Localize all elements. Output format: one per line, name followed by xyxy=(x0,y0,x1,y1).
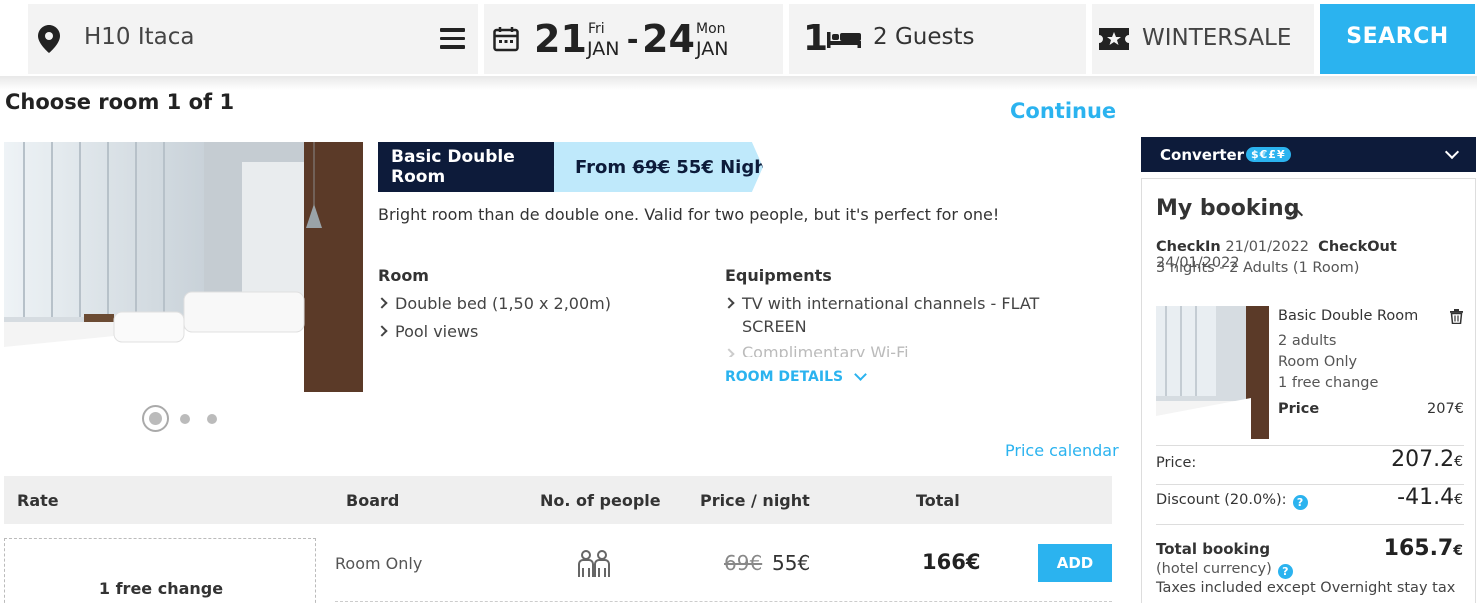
header-total: Total xyxy=(916,491,960,510)
header-people: No. of people xyxy=(540,491,661,510)
price-new: 55€ Night xyxy=(670,156,776,178)
search-bar: H10 Itaca 21 Fri JAN - 24 Mon JAN 1 2 Gu… xyxy=(0,0,1477,90)
room-features-title: Room xyxy=(378,266,429,285)
checkout-month: JAN xyxy=(696,38,729,60)
taxes-note: Taxes included except Overnight stay tax xyxy=(1156,580,1456,596)
continue-link[interactable]: Continue xyxy=(1010,99,1116,123)
booking-room-name: Basic Double Room xyxy=(1278,308,1419,324)
discount-label: Discount (20.0%):? xyxy=(1156,492,1308,510)
header-board: Board xyxy=(346,491,400,510)
chevron-down-icon[interactable] xyxy=(1444,144,1460,160)
calendar-icon xyxy=(493,27,519,52)
equipment-item: TV with international channels - FLAT xyxy=(723,292,1039,315)
room-price-tag: From 69€ 55€ Night Basic Double Room xyxy=(378,142,763,192)
room-details-toggle[interactable]: ROOM DETAILS xyxy=(725,367,867,385)
hotel-name[interactable]: H10 Itaca xyxy=(84,24,195,50)
carousel-dot[interactable] xyxy=(207,414,217,424)
total-price: 166€ xyxy=(922,550,981,574)
price-calendar-link[interactable]: Price calendar xyxy=(1005,441,1119,460)
chevron-right-icon xyxy=(723,297,735,309)
total-label: Total booking xyxy=(1156,540,1271,558)
booking-room-thumbnail xyxy=(1156,306,1269,439)
booking-board: Room Only xyxy=(1278,354,1358,370)
rooms-count[interactable]: 1 xyxy=(803,18,828,59)
checkin-day[interactable]: 21 xyxy=(534,17,587,61)
row-divider xyxy=(335,601,1112,602)
total-value: 165.7€ xyxy=(1383,536,1463,561)
carousel-dot-active xyxy=(149,412,162,425)
equipment-item-faded: Complimentary Wi-Fi xyxy=(725,343,1025,357)
search-bar-shadow xyxy=(0,76,1477,90)
my-booking-panel: My booking CheckIn 21/01/2022 CheckOut 2… xyxy=(1141,178,1476,603)
equipments-title: Equipments xyxy=(725,266,832,285)
bed-icon xyxy=(827,32,861,48)
currency-converter[interactable]: Converter $€£¥ xyxy=(1141,137,1476,172)
rate-cell[interactable]: 1 free change xyxy=(4,538,316,603)
chevron-right-icon xyxy=(376,325,388,337)
divider xyxy=(1156,445,1464,446)
add-button[interactable]: ADD xyxy=(1038,544,1112,582)
guests-label[interactable]: 2 Guests xyxy=(873,24,974,50)
promo-ticket-icon xyxy=(1099,28,1129,50)
photo-carousel-dots[interactable] xyxy=(142,405,222,433)
rate-table-header: Rate Board No. of people Price / night T… xyxy=(4,476,1112,524)
rate-name: 1 free change xyxy=(98,579,224,598)
carousel-dot[interactable] xyxy=(142,405,169,432)
currency-coins-icon: $€£¥ xyxy=(1246,147,1291,162)
location-pin-icon xyxy=(38,25,60,53)
room-price-banner: From 69€ 55€ Night xyxy=(541,142,763,192)
price-old: 69€ xyxy=(632,156,670,178)
old-price: 69€ xyxy=(724,551,763,575)
help-icon[interactable]: ? xyxy=(1277,564,1293,579)
help-icon[interactable]: ? xyxy=(1292,495,1308,510)
stay-summary: 3 nights - 2 Adults (1 Room) xyxy=(1156,260,1360,276)
price-prefix: From xyxy=(575,156,633,178)
divider xyxy=(1156,524,1464,525)
hotel-menu-icon[interactable] xyxy=(440,28,465,49)
checkout-day[interactable]: 24 xyxy=(642,17,695,61)
room-name: Basic Double Room xyxy=(378,142,554,192)
price-value: 207.2€ xyxy=(1391,447,1463,472)
booking-price-label: Price xyxy=(1278,401,1320,417)
room-feature-item: Double bed (1,50 x 2,00m) xyxy=(376,292,611,315)
header-rate: Rate xyxy=(17,491,59,510)
booking-adults: 2 adults xyxy=(1278,333,1337,349)
room-feature-item: Pool views xyxy=(376,320,478,343)
room-photo[interactable] xyxy=(4,142,363,392)
page-title: Choose room 1 of 1 xyxy=(5,90,235,114)
booking-item-price: 207€ xyxy=(1427,401,1464,417)
board-value: Room Only xyxy=(335,554,423,573)
converter-label: Converter xyxy=(1160,146,1245,164)
promo-code[interactable]: WINTERSALE xyxy=(1142,25,1291,51)
new-price: 55€ xyxy=(772,551,811,575)
chevron-down-icon xyxy=(854,367,867,381)
two-people-icon xyxy=(578,550,610,577)
booking-title[interactable]: My booking xyxy=(1156,196,1299,221)
room-details-label[interactable]: ROOM DETAILS xyxy=(725,369,843,385)
booking-rate: 1 free change xyxy=(1278,375,1379,391)
header-price-night: Price / night xyxy=(700,491,810,510)
carousel-dot[interactable] xyxy=(180,414,190,424)
price-label: Price: xyxy=(1156,455,1197,471)
date-separator: - xyxy=(627,20,639,58)
room-description: Bright room than de double one. Valid fo… xyxy=(378,205,1000,224)
trash-icon[interactable] xyxy=(1450,309,1463,324)
chevron-right-icon xyxy=(376,297,388,309)
checkin-month: JAN xyxy=(587,38,620,60)
equipment-item-continued: SCREEN xyxy=(742,317,807,336)
search-button[interactable]: SEARCH xyxy=(1320,4,1475,74)
checkout-weekday: Mon xyxy=(696,21,726,37)
total-sublabel: (hotel currency)? xyxy=(1156,561,1293,579)
discount-value: -41.4€ xyxy=(1397,485,1463,510)
checkin-weekday: Fri xyxy=(588,21,605,37)
